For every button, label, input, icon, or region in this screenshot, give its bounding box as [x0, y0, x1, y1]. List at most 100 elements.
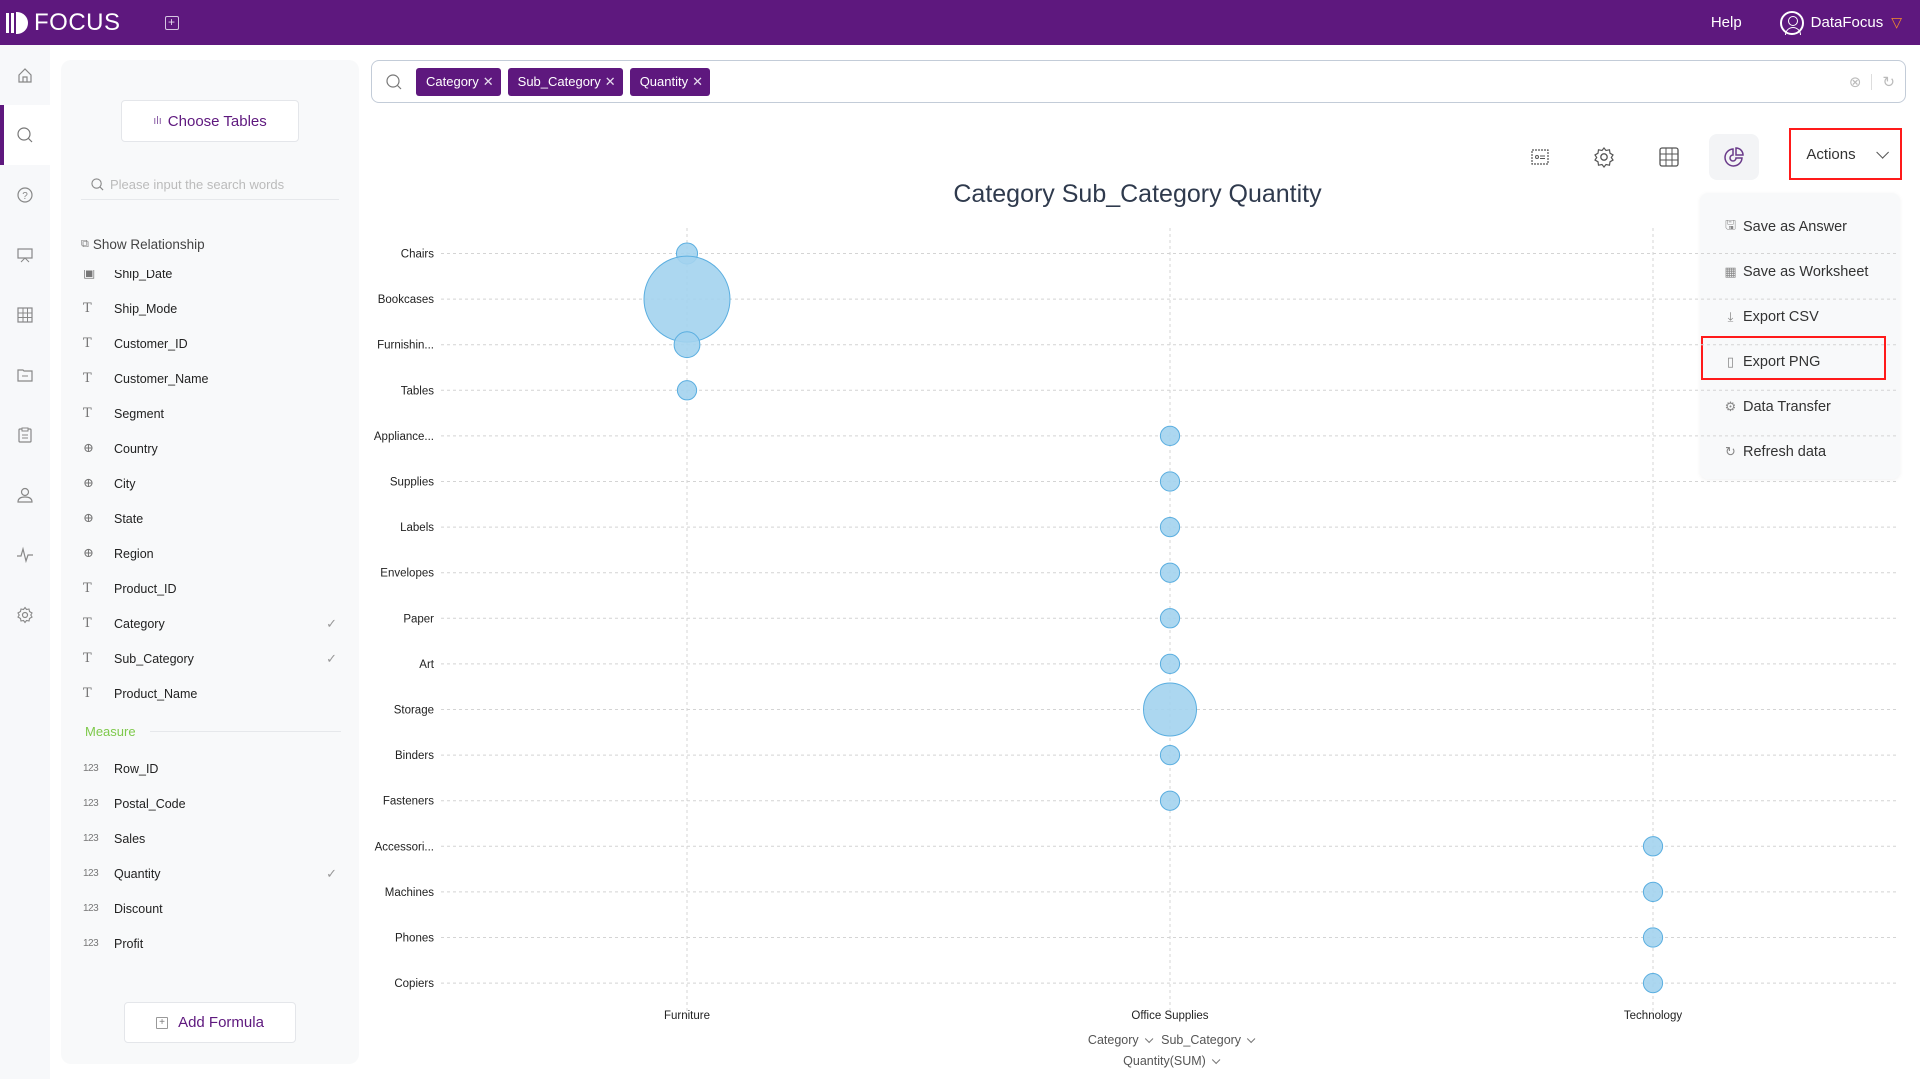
- bubble-point[interactable]: [1159, 653, 1181, 675]
- remove-token-icon[interactable]: ✕: [692, 74, 703, 90]
- field-item-quantity[interactable]: 123 Quantity ✓: [61, 856, 359, 891]
- field-label: Quantity: [114, 866, 161, 881]
- pulse-icon: [17, 546, 33, 564]
- actions-dropdown-button[interactable]: Actions: [1789, 128, 1902, 180]
- field-item-customer_id[interactable]: T Customer_ID: [61, 326, 359, 361]
- bubble-point[interactable]: [1642, 972, 1664, 994]
- field-item-customer_name[interactable]: T Customer_Name: [61, 361, 359, 396]
- nav-item-question[interactable]: ?: [0, 165, 50, 225]
- bubble-point[interactable]: [1159, 516, 1181, 538]
- nav-item-clipboard[interactable]: [0, 405, 50, 465]
- left-nav: ?: [0, 45, 50, 1079]
- x-axis-field-select[interactable]: Category: [1088, 1033, 1154, 1047]
- nav-item-table[interactable]: [0, 285, 50, 345]
- show-relationship-link[interactable]: ⧉ Show Relationship: [81, 237, 205, 252]
- chevron-down-icon: [1246, 1034, 1256, 1044]
- bubble-point[interactable]: [1159, 425, 1181, 447]
- geo-type-icon: ⊕: [83, 476, 94, 491]
- field-item-category[interactable]: T Category ✓: [61, 606, 359, 641]
- field-panel: ılı Choose Tables Please input the searc…: [61, 60, 359, 1064]
- field-item-ship_mode[interactable]: T Ship_Mode: [61, 291, 359, 326]
- field-item-city[interactable]: ⊕ City: [61, 466, 359, 501]
- nav-item-gear[interactable]: [0, 585, 50, 645]
- bubble-point[interactable]: [1142, 682, 1198, 737]
- bubble-point[interactable]: [1642, 836, 1664, 857]
- search-token[interactable]: Category ✕: [416, 67, 501, 96]
- nav-item-user[interactable]: [0, 465, 50, 525]
- field-label: City: [114, 476, 136, 491]
- field-item-product_name[interactable]: T Product_Name: [61, 676, 359, 711]
- search-token[interactable]: Sub_Category ✕: [507, 67, 623, 96]
- new-tab-icon[interactable]: +: [164, 15, 179, 30]
- gem-icon: ▽: [1891, 14, 1902, 30]
- field-label: Sub_Category: [114, 651, 194, 666]
- nav-item-presentation[interactable]: [0, 225, 50, 285]
- field-item-sales[interactable]: 123 Sales: [61, 821, 359, 856]
- field-item-country[interactable]: ⊕ Country: [61, 431, 359, 466]
- clear-search-icon[interactable]: ⊗: [1849, 73, 1862, 91]
- search-token[interactable]: Quantity ✕: [629, 67, 711, 96]
- bubble-point[interactable]: [676, 380, 698, 401]
- field-item-postal_code[interactable]: 123 Postal_Code: [61, 786, 359, 821]
- search-bar[interactable]: Category ✕ Sub_Category ✕ Quantity ✕ ⊗ ↻: [371, 60, 1906, 103]
- choose-tables-button[interactable]: ılı Choose Tables: [121, 100, 299, 142]
- field-item-state[interactable]: ⊕ State: [61, 501, 359, 536]
- bubble-point[interactable]: [1159, 471, 1181, 492]
- bubble-point[interactable]: [673, 331, 701, 359]
- top-bar: FOCUS + Help DataFocus ▽: [0, 0, 1920, 45]
- field-list[interactable]: ▣ Ship_Date T Ship_Mode T Customer_ID T Custome…: [61, 270, 359, 1060]
- date-type-icon: ▣: [83, 270, 96, 281]
- bubble-point[interactable]: [1642, 881, 1664, 903]
- add-formula-button[interactable]: + Add Formula: [124, 1002, 296, 1043]
- presentation-icon: [17, 248, 33, 263]
- bubble-point[interactable]: [1159, 744, 1181, 766]
- geo-type-icon: ⊕: [83, 546, 94, 561]
- remove-token-icon[interactable]: ✕: [483, 74, 494, 90]
- field-item-segment[interactable]: T Segment: [61, 396, 359, 431]
- field-item-row_id[interactable]: 123 Row_ID: [61, 751, 359, 786]
- clipboard-icon: [18, 427, 32, 443]
- settings-gear-icon[interactable]: [1579, 134, 1629, 180]
- user-name[interactable]: DataFocus: [1811, 14, 1884, 31]
- bubble-point[interactable]: [1642, 927, 1664, 948]
- y-tick-label: Tables: [401, 385, 434, 397]
- x-tick-label: Technology: [1624, 1010, 1682, 1022]
- text-type-icon: T: [83, 686, 92, 701]
- bubble-point[interactable]: [643, 255, 731, 343]
- y-axis-field-select[interactable]: Sub_Category: [1161, 1033, 1256, 1047]
- table-view-icon[interactable]: [1644, 134, 1694, 180]
- table-icon: [17, 307, 33, 323]
- remove-token-icon[interactable]: ✕: [605, 74, 616, 90]
- nav-item-folder[interactable]: [0, 345, 50, 405]
- size-field-select[interactable]: Quantity(SUM): [1123, 1054, 1221, 1068]
- field-label: Sales: [114, 831, 146, 846]
- y-tick-label: Bookcases: [378, 294, 435, 306]
- check-icon: ✓: [326, 650, 337, 666]
- refresh-search-icon[interactable]: ↻: [1882, 73, 1895, 91]
- field-item-discount[interactable]: 123 Discount: [61, 891, 359, 926]
- bubble-point[interactable]: [1159, 562, 1181, 583]
- answer-info-icon[interactable]: [1515, 134, 1565, 180]
- x-tick-label: Furniture: [664, 1010, 710, 1022]
- bubble-point[interactable]: [1159, 790, 1181, 811]
- field-search-input[interactable]: Please input the search words: [81, 170, 339, 200]
- field-item-sub_category[interactable]: T Sub_Category ✓: [61, 641, 359, 676]
- measure-section-label: Measure: [61, 711, 359, 751]
- user-avatar-icon[interactable]: [1779, 10, 1804, 35]
- nav-item-pulse[interactable]: [0, 525, 50, 585]
- text-type-icon: T: [83, 651, 92, 666]
- field-item-profit[interactable]: 123 Profit: [61, 926, 359, 961]
- relationship-icon: ⧉: [81, 238, 89, 250]
- field-item-ship_date[interactable]: ▣ Ship_Date: [61, 270, 359, 291]
- logo[interactable]: FOCUS: [6, 9, 121, 37]
- help-link[interactable]: Help: [1711, 14, 1742, 31]
- chart-view-icon[interactable]: [1709, 134, 1759, 180]
- nav-item-home[interactable]: [0, 45, 50, 105]
- bar-chart-icon: ılı: [153, 115, 162, 127]
- nav-item-search[interactable]: [0, 105, 50, 165]
- field-item-product_id[interactable]: T Product_ID: [61, 571, 359, 606]
- field-item-region[interactable]: ⊕ Region: [61, 536, 359, 571]
- field-label: Category: [114, 616, 165, 631]
- y-tick-label: Phones: [395, 933, 434, 945]
- bubble-point[interactable]: [1159, 608, 1181, 629]
